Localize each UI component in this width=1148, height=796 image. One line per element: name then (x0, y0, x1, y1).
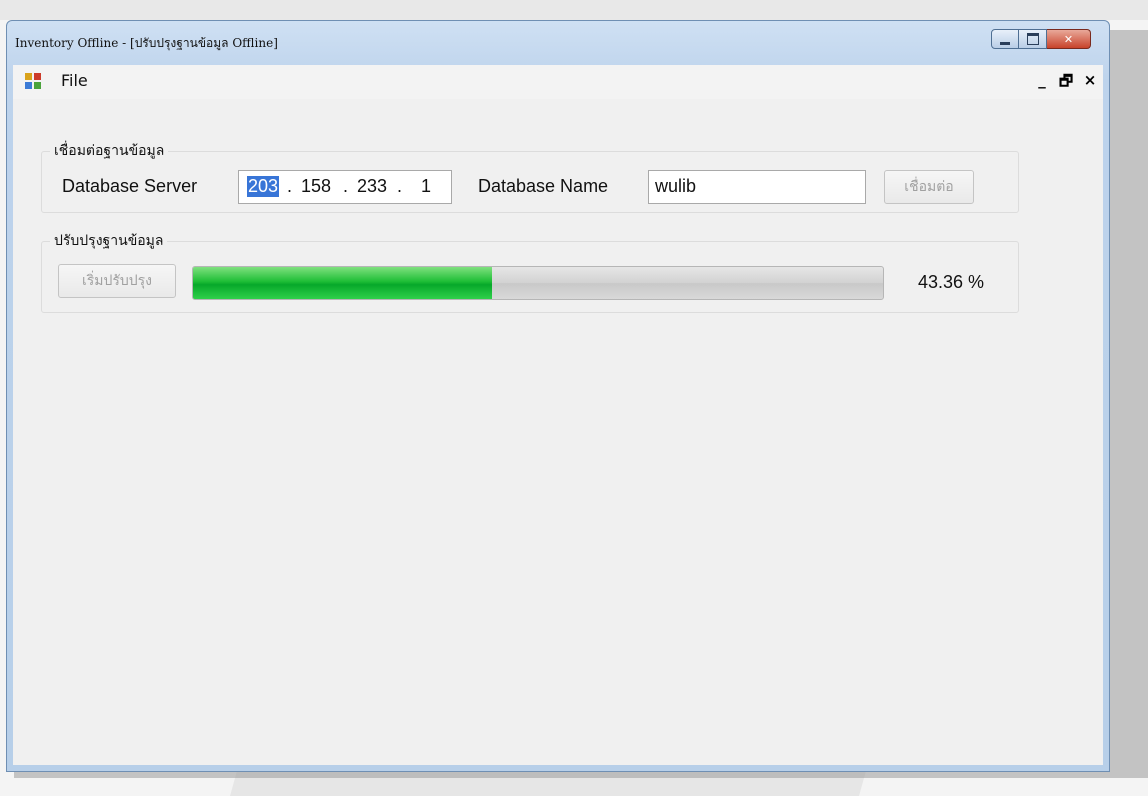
minimize-button[interactable] (991, 29, 1019, 49)
database-server-label: Database Server (62, 176, 198, 196)
caption-buttons: ✕ (991, 29, 1091, 49)
update-groupbox: ปรับปรุงฐานข้อมูล เริ่มปรับปรุง 43.36 % (41, 230, 1019, 313)
ip-octet-3[interactable]: 233 (357, 176, 387, 197)
connection-group-title: เชื่อมต่อฐานข้อมูล (50, 140, 169, 162)
client-area: File _ 🗗 × เชื่อมต่อฐานข้อมูล Database S… (13, 65, 1103, 765)
mdi-close-icon[interactable]: × (1083, 71, 1097, 96)
start-update-button[interactable]: เริ่มปรับปรุง (58, 264, 176, 298)
update-group-title: ปรับปรุงฐานข้อมูล (50, 230, 168, 252)
progress-percent-label: 43.36 % (917, 272, 984, 292)
progress-bar (192, 266, 884, 300)
close-icon: ✕ (1063, 32, 1074, 46)
database-name-input[interactable]: wulib (648, 170, 866, 204)
close-button[interactable]: ✕ (1047, 29, 1091, 49)
app-window: Inventory Offline - [ปรับปรุงฐานข้อมูล O… (6, 20, 1110, 772)
minimize-icon (1000, 41, 1010, 45)
ip-dot-2: . (343, 176, 349, 196)
ip-dot-1: . (287, 176, 293, 196)
maximize-icon (1026, 33, 1039, 45)
connect-button[interactable]: เชื่อมต่อ (884, 170, 974, 204)
mdi-restore-icon[interactable]: 🗗 (1059, 71, 1073, 96)
screen-background (0, 0, 1148, 20)
ip-octet-1[interactable]: 203 (247, 176, 280, 197)
app-icon (25, 73, 41, 89)
window-title: Inventory Offline - [ปรับปรุงฐานข้อมูล O… (15, 36, 278, 50)
ip-octet-4[interactable]: 1 (421, 176, 431, 197)
menu-bar: File _ 🗗 × (13, 65, 1103, 99)
ip-dot-3: . (397, 176, 403, 196)
maximize-button[interactable] (1019, 29, 1047, 49)
connection-groupbox: เชื่อมต่อฐานข้อมูล Database Server 203 .… (41, 140, 1019, 213)
menu-file[interactable]: File (61, 71, 88, 90)
ip-octet-2[interactable]: 158 (301, 176, 331, 197)
mdi-minimize-icon[interactable]: _ (1035, 71, 1049, 96)
title-bar[interactable]: Inventory Offline - [ปรับปรุงฐานข้อมูล O… (7, 21, 1109, 65)
mdi-controls: _ 🗗 × (1035, 71, 1097, 96)
database-name-label: Database Name (478, 176, 609, 196)
ip-address-input[interactable]: 203 . 158 . 233 . 1 (238, 170, 452, 204)
progress-bar-fill (193, 267, 493, 299)
